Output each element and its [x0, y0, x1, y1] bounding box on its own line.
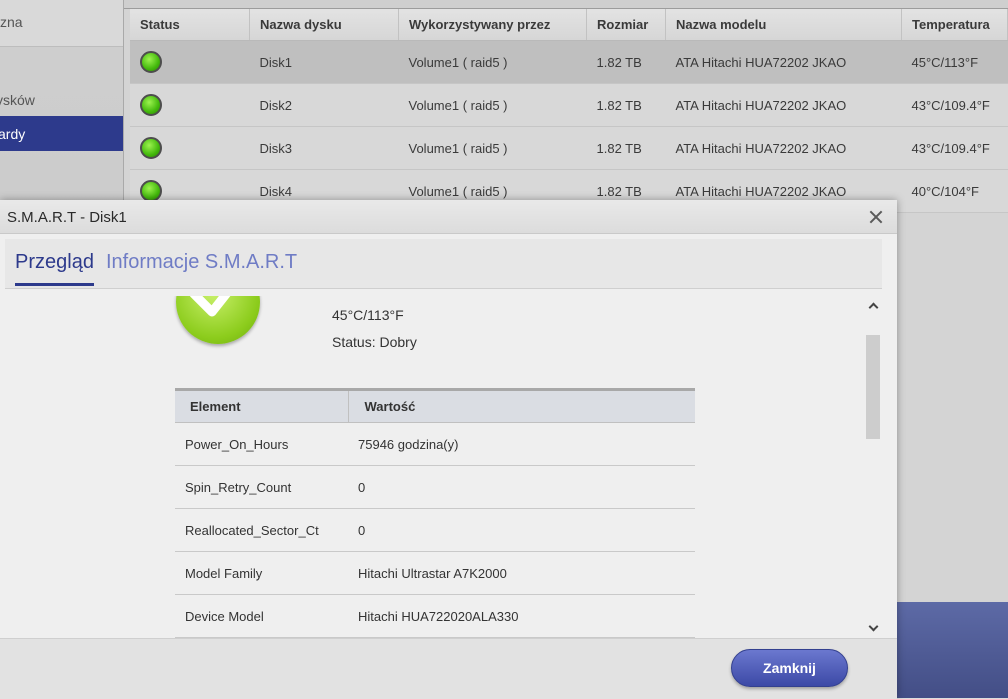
- used-by: Volume1 ( raid5 ): [398, 83, 587, 127]
- content-scrollbar[interactable]: [864, 296, 882, 638]
- col-size[interactable]: Rozmiar: [586, 9, 666, 41]
- sidebar-item-label: zna: [0, 14, 23, 30]
- smart-value: 0: [348, 508, 695, 552]
- disk-size: 1.82 TB: [586, 83, 666, 127]
- dialog-footer: Zamknij: [0, 638, 897, 699]
- model-name: ATA Hitachi HUA72202 JKAO: [665, 126, 902, 170]
- status-ok-icon: [140, 94, 162, 116]
- disk-name: Disk1: [249, 40, 399, 84]
- sidebar-item-label: ardy: [0, 126, 26, 142]
- status-value: Dobry: [379, 334, 417, 350]
- table-row[interactable]: Disk1 Volume1 ( raid5 ) 1.82 TB ATA Hita…: [130, 40, 1008, 84]
- disk-temperature: 45°C/113°F: [332, 307, 404, 323]
- disk-status: Status: Dobry: [332, 334, 417, 350]
- temperature: 43°C/109.4°F: [901, 83, 1008, 127]
- col-used-by[interactable]: Wykorzystywany przez: [398, 9, 587, 41]
- smart-table-header: Element Wartość: [175, 388, 695, 423]
- dialog-tabs: Przegląd Informacje S.M.A.R.T: [5, 239, 882, 289]
- dialog-title: S.M.A.R.T - Disk1: [7, 209, 127, 226]
- table-row: Spin_Retry_Count 0: [175, 465, 695, 509]
- table-row[interactable]: Disk3 Volume1 ( raid5 ) 1.82 TB ATA Hita…: [130, 126, 1008, 170]
- smart-element: Spin_Retry_Count: [175, 465, 348, 509]
- table-row[interactable]: Disk2 Volume1 ( raid5 ) 1.82 TB ATA Hita…: [130, 83, 1008, 127]
- model-name: ATA Hitachi HUA72202 JKAO: [665, 40, 902, 84]
- disk-name: Disk3: [249, 126, 399, 170]
- smart-element: Device Model: [175, 594, 348, 638]
- temperature: 43°C/109.4°F: [901, 126, 1008, 170]
- col-element: Element: [175, 388, 348, 423]
- status-cell: [130, 83, 250, 127]
- close-icon[interactable]: [868, 209, 884, 225]
- status-cell: [130, 126, 250, 170]
- used-by: Volume1 ( raid5 ): [398, 126, 587, 170]
- temperature: 40°C/104°F: [901, 169, 1008, 213]
- scroll-down-icon[interactable]: [867, 622, 879, 634]
- tab-smart-info[interactable]: Informacje S.M.A.R.T: [106, 251, 297, 283]
- smart-value: Hitachi Ultrastar A7K2000: [348, 551, 695, 595]
- table-row: Power_On_Hours 75946 godzina(y): [175, 422, 695, 466]
- close-button[interactable]: Zamknij: [731, 649, 848, 687]
- disk-size: 1.82 TB: [586, 40, 666, 84]
- smart-dialog: S.M.A.R.T - Disk1 Przegląd Informacje S.…: [0, 200, 897, 699]
- disk-table-header: Status Nazwa dysku Wykorzystywany przez …: [130, 9, 1008, 41]
- status-ok-icon: [140, 51, 162, 73]
- smart-table: Element Wartość Power_On_Hours 75946 god…: [175, 388, 695, 638]
- status-ok-icon: [140, 137, 162, 159]
- smart-element: Power_On_Hours: [175, 422, 348, 466]
- disk-size: 1.82 TB: [586, 126, 666, 170]
- temperature: 45°C/113°F: [901, 40, 1008, 84]
- smart-element: Reallocated_Sector_Ct: [175, 508, 348, 552]
- col-value: Wartość: [347, 388, 695, 423]
- disk-name: Disk2: [249, 83, 399, 127]
- status-cell: [130, 40, 250, 84]
- smart-value: 75946 godzina(y): [348, 422, 695, 466]
- toolbar-edge: [124, 0, 1008, 9]
- status-ok-icon: [140, 180, 162, 202]
- smart-element: Model Family: [175, 551, 348, 595]
- model-name: ATA Hitachi HUA72202 JKAO: [665, 83, 902, 127]
- scroll-thumb[interactable]: [866, 335, 880, 439]
- col-disk-name[interactable]: Nazwa dysku: [249, 9, 399, 41]
- scroll-up-icon[interactable]: [867, 300, 879, 312]
- status-label: Status:: [332, 334, 376, 350]
- smart-value: 0: [348, 465, 695, 509]
- sidebar-item-0[interactable]: zna: [0, 0, 123, 47]
- check-icon: [189, 296, 231, 317]
- table-row: Model Family Hitachi Ultrastar A7K2000: [175, 551, 695, 595]
- table-row: Device Model Hitachi HUA722020ALA330: [175, 594, 695, 638]
- used-by: Volume1 ( raid5 ): [398, 40, 587, 84]
- health-badge: [176, 296, 260, 344]
- col-status[interactable]: Status: [130, 9, 250, 41]
- dialog-titlebar: S.M.A.R.T - Disk1: [0, 200, 897, 234]
- tab-overview[interactable]: Przegląd: [15, 251, 94, 286]
- table-row: Reallocated_Sector_Ct 0: [175, 508, 695, 552]
- dialog-content: 45°C/113°F Status: Dobry Element Wartość…: [0, 296, 864, 638]
- col-model[interactable]: Nazwa modelu: [665, 9, 902, 41]
- sidebar-item-1[interactable]: ysków: [0, 82, 123, 116]
- smart-value: Hitachi HUA722020ALA330: [348, 594, 695, 638]
- sidebar-item-2-active[interactable]: ardy: [0, 116, 123, 151]
- col-temperature[interactable]: Temperatura: [901, 9, 1008, 41]
- disk-table: Status Nazwa dysku Wykorzystywany przez …: [130, 9, 1008, 213]
- sidebar-item-label: ysków: [0, 92, 35, 108]
